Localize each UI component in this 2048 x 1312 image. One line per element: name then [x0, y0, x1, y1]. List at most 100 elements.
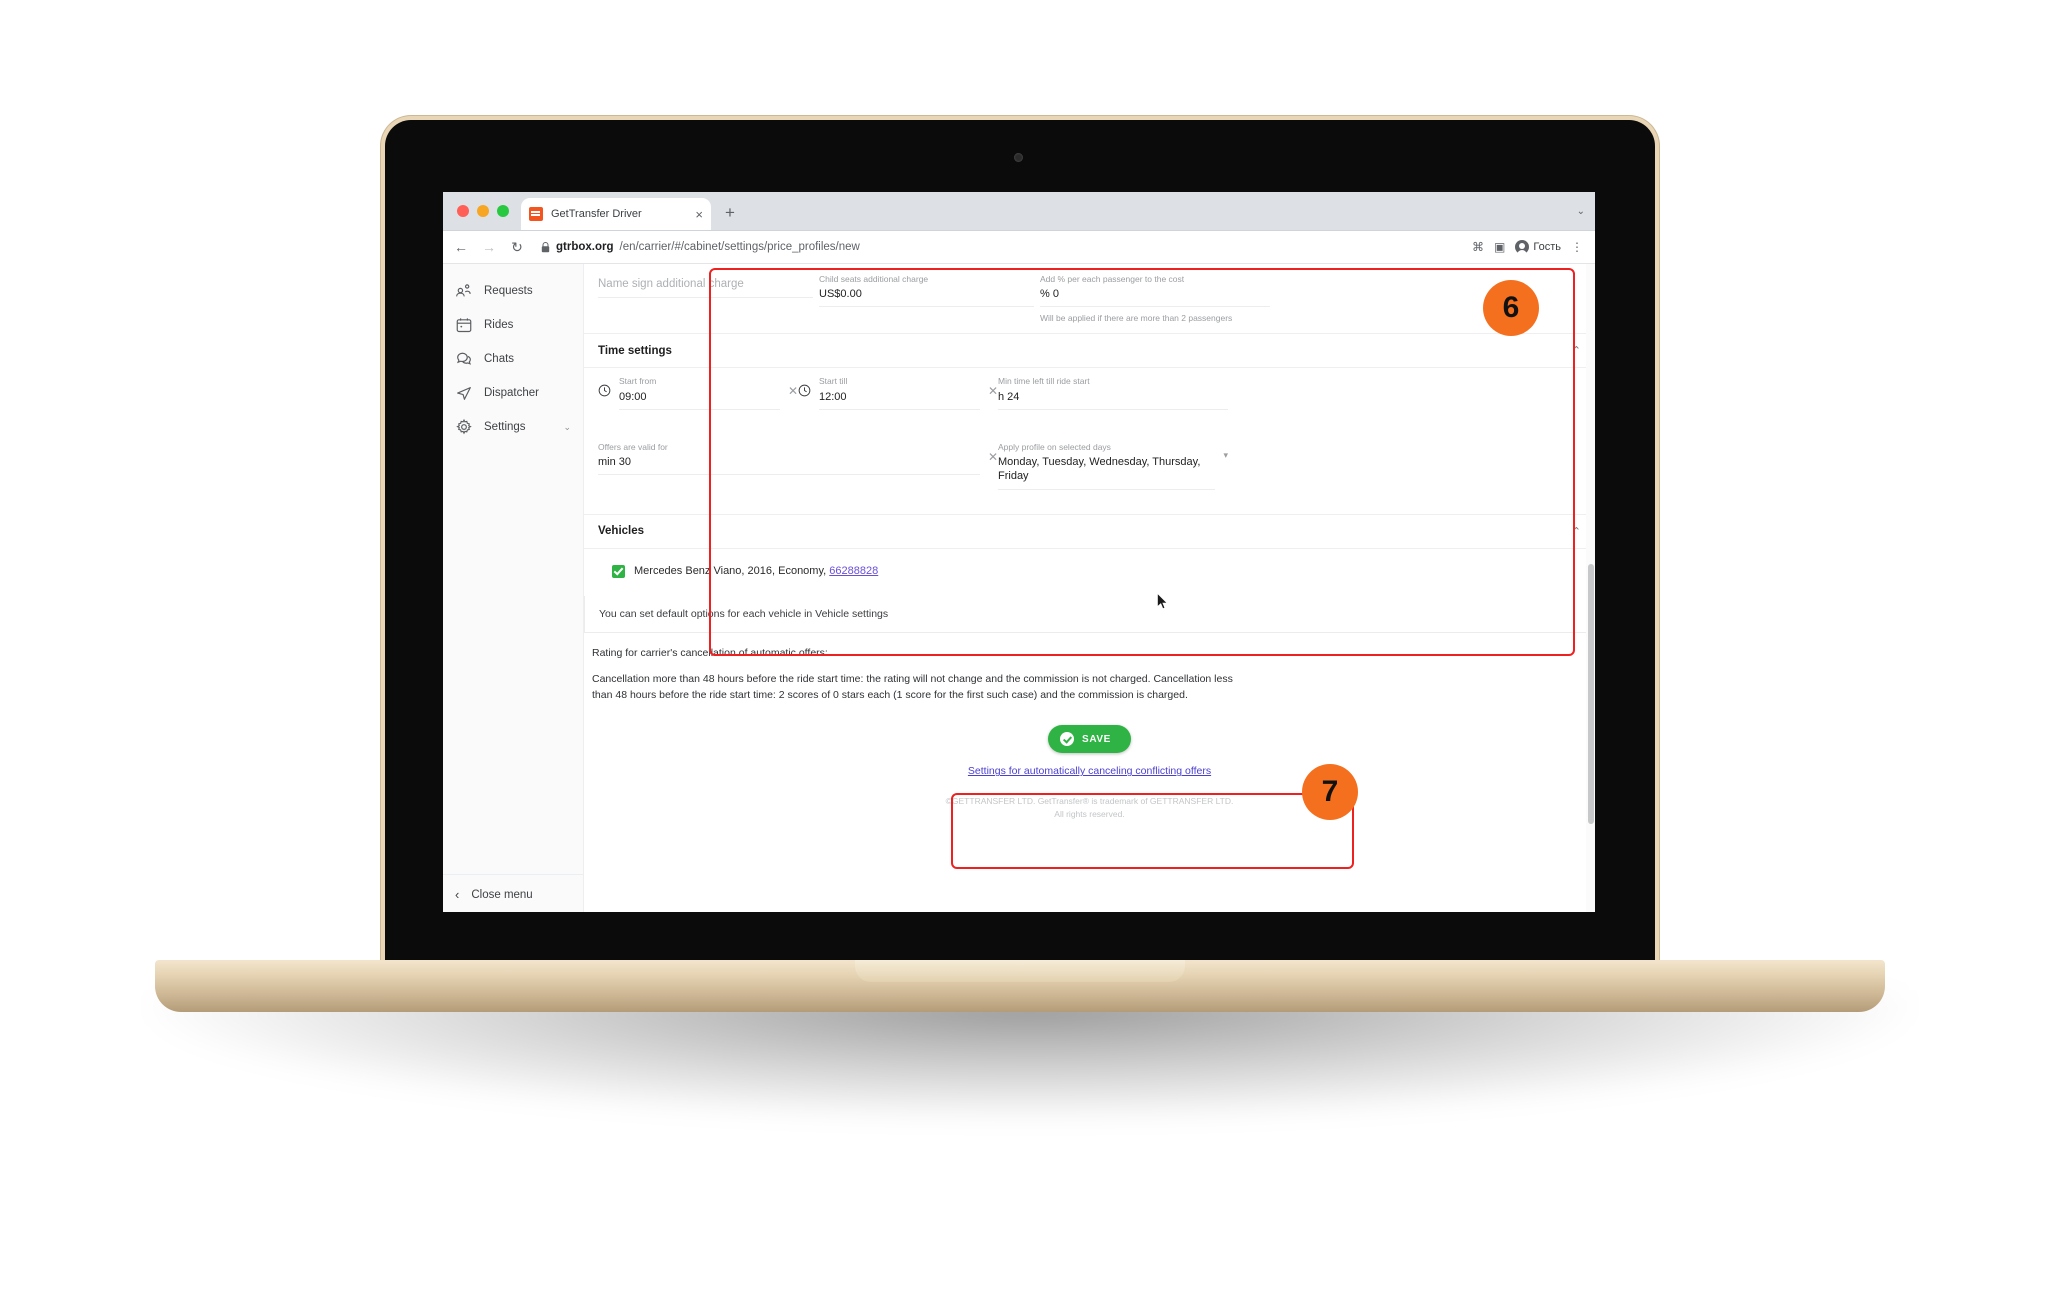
- field-underline: [598, 296, 813, 298]
- close-menu-label: Close menu: [471, 888, 533, 901]
- content-scrollbar[interactable]: [1586, 264, 1595, 912]
- field-label: Add % per each passenger to the cost: [1040, 274, 1185, 284]
- save-button-label: SAVE: [1082, 733, 1111, 745]
- name-sign-charge-field[interactable]: Name sign additional charge: [598, 270, 819, 329]
- start-till-input[interactable]: 12:00: [819, 390, 980, 404]
- reload-button[interactable]: ↻: [509, 239, 525, 256]
- browser-window: GetTransfer Driver × + ⌄ ← → ↻ gtrbox.or…: [443, 192, 1595, 912]
- lock-icon: [541, 241, 550, 252]
- child-seats-charge-input[interactable]: US$0.00: [819, 287, 1034, 301]
- chevron-up-icon[interactable]: ⌃: [1572, 344, 1581, 357]
- url-path: /en/carrier/#/cabinet/settings/price_pro…: [619, 241, 860, 253]
- clear-icon[interactable]: ✕: [988, 450, 998, 464]
- side-panel-icon[interactable]: ▣: [1494, 240, 1505, 254]
- rating-body: Cancellation more than 48 hours before t…: [592, 672, 1233, 702]
- percent-per-passenger-input[interactable]: % 0: [1040, 287, 1270, 301]
- rating-title: Rating for carrier's cancellation of aut…: [592, 646, 828, 659]
- vehicle-label: Mercedes Benz Viano, 2016, Economy, 6628…: [634, 565, 878, 577]
- browser-menu-icon[interactable]: ⋮: [1571, 240, 1583, 254]
- check-icon: [1060, 732, 1075, 747]
- start-till-field[interactable]: Start till 12:00 ✕: [798, 376, 998, 415]
- sidebar-items: Requests Rides Chats Dispatcher Settings…: [443, 264, 583, 874]
- browser-toolbar: ← → ↻ gtrbox.org/en/carrier/#/cabinet/se…: [443, 231, 1595, 264]
- close-window-button[interactable]: [457, 205, 469, 217]
- offers-valid-for-field[interactable]: Offers are valid for min 30 ✕: [598, 442, 998, 496]
- chevron-down-icon: ⌄: [563, 421, 571, 432]
- apply-days-select[interactable]: Monday, Tuesday, Wednesday, Thursday, Fr…: [998, 455, 1215, 484]
- vehicle-settings-note: You can set default options for each veh…: [584, 595, 1595, 633]
- clock-icon: [598, 384, 611, 397]
- start-from-input[interactable]: 09:00: [619, 390, 780, 404]
- field-underline: [998, 488, 1216, 490]
- gear-icon: [455, 418, 473, 436]
- sidebar-item-chats[interactable]: Chats: [443, 342, 583, 376]
- time-settings-header[interactable]: Time settings ⌃: [584, 333, 1595, 369]
- percent-per-passenger-field[interactable]: Add % per each passenger to the cost % 0…: [1040, 270, 1276, 329]
- back-button[interactable]: ←: [453, 239, 469, 255]
- minimize-window-button[interactable]: [477, 205, 489, 217]
- vehicle-description: Mercedes Benz Viano, 2016, Economy,: [634, 565, 827, 578]
- send-icon: [455, 384, 473, 402]
- chevron-up-icon[interactable]: ⌃: [1572, 525, 1581, 538]
- app-page: Requests Rides Chats Dispatcher Settings…: [443, 264, 1595, 912]
- vehicle-checkbox[interactable]: [612, 564, 625, 578]
- close-menu-button[interactable]: ‹ Close menu: [443, 874, 583, 912]
- child-seats-charge-field[interactable]: Child seats additional charge US$0.00: [819, 270, 1040, 329]
- profile-button[interactable]: Гость: [1515, 240, 1561, 256]
- field-label: Start from: [619, 376, 657, 387]
- conflicting-offers-link[interactable]: Settings for automatically canceling con…: [968, 765, 1211, 777]
- clear-icon[interactable]: ✕: [988, 384, 998, 398]
- toolbar-right: ⌘ ▣ Гость ⋮: [1472, 240, 1585, 256]
- field-label: Apply profile on selected days: [998, 441, 1111, 452]
- footer-line-2: All rights reserved.: [1054, 809, 1125, 820]
- window-controls[interactable]: [457, 205, 509, 217]
- field-label: Child seats additional charge: [819, 274, 929, 284]
- sidebar-item-settings[interactable]: Settings ⌄: [443, 410, 583, 444]
- additional-charges-row: Name sign additional charge Child seats …: [584, 264, 1595, 333]
- main-content: Name sign additional charge Child seats …: [584, 264, 1595, 912]
- forward-button[interactable]: →: [481, 239, 497, 255]
- time-settings-title: Time settings: [598, 344, 672, 357]
- field-label: Start till: [819, 376, 848, 387]
- time-fields-row-2: Offers are valid for min 30 ✕ Apply prof…: [584, 420, 1595, 500]
- vehicles-header[interactable]: Vehicles ⌃: [584, 513, 1595, 549]
- extensions-icon[interactable]: ⌘: [1472, 240, 1484, 254]
- footer: ©GETTRANSFER LTD. GetTransfer® is tradem…: [584, 777, 1595, 821]
- sidebar-item-label: Settings: [484, 421, 526, 433]
- chevron-down-icon[interactable]: ⌄: [1577, 206, 1585, 217]
- sidebar-item-dispatcher[interactable]: Dispatcher: [443, 376, 583, 410]
- screenshot-root: GetTransfer Driver × + ⌄ ← → ↻ gtrbox.or…: [0, 0, 2048, 1312]
- chevron-left-icon: ‹: [455, 887, 460, 902]
- save-area: SAVE Settings for automatically cancelin…: [584, 709, 1595, 777]
- apply-days-field[interactable]: Apply profile on selected days Monday, T…: [998, 442, 1228, 496]
- save-button[interactable]: SAVE: [1048, 725, 1131, 754]
- address-bar[interactable]: gtrbox.org/en/carrier/#/cabinet/settings…: [537, 236, 1460, 258]
- browser-tabstrip: GetTransfer Driver × + ⌄: [443, 192, 1595, 231]
- start-from-field[interactable]: Start from 09:00 ✕: [598, 376, 798, 415]
- min-time-left-input[interactable]: h 24: [998, 390, 1228, 404]
- scrollbar-thumb[interactable]: [1588, 564, 1594, 824]
- field-underline: [619, 408, 780, 410]
- sidebar-item-label: Rides: [484, 319, 514, 331]
- sidebar-item-requests[interactable]: Requests: [443, 274, 583, 308]
- requests-icon: [455, 282, 473, 300]
- chevron-down-icon[interactable]: ▾: [1223, 450, 1228, 461]
- vehicle-id-link[interactable]: 66288828: [829, 565, 878, 577]
- browser-tab[interactable]: GetTransfer Driver ×: [521, 198, 711, 230]
- vehicles-title: Vehicles: [598, 525, 645, 538]
- rating-info-block: Rating for carrier's cancellation of aut…: [584, 633, 1595, 710]
- sidebar-item-label: Dispatcher: [484, 387, 539, 399]
- offers-valid-for-input[interactable]: min 30: [598, 455, 980, 469]
- footer-line-1: ©GETTRANSFER LTD. GetTransfer® is tradem…: [945, 796, 1234, 807]
- clear-icon[interactable]: ✕: [788, 384, 798, 398]
- min-time-left-field[interactable]: Min time left till ride start h 24: [998, 376, 1228, 415]
- webcam: [1014, 153, 1023, 162]
- name-sign-charge-input[interactable]: Name sign additional charge: [598, 277, 813, 292]
- maximize-window-button[interactable]: [497, 205, 509, 217]
- close-tab-icon[interactable]: ×: [695, 208, 703, 221]
- new-tab-button[interactable]: +: [725, 204, 735, 221]
- calendar-icon: [455, 316, 473, 334]
- vehicle-list-item[interactable]: Mercedes Benz Viano, 2016, Economy, 6628…: [584, 549, 1595, 596]
- sidebar-item-rides[interactable]: Rides: [443, 308, 583, 342]
- sidebar-item-label: Chats: [484, 353, 515, 365]
